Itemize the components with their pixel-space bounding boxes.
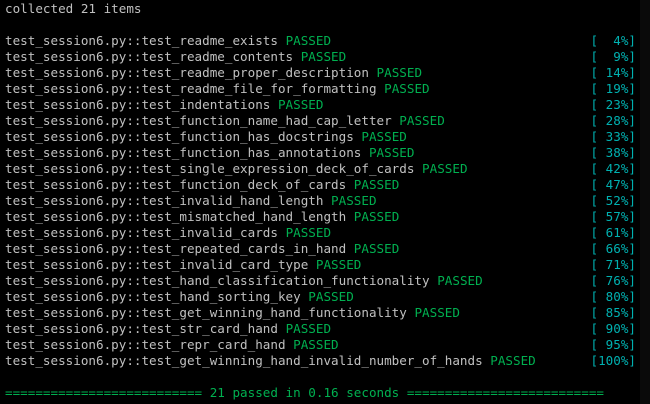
test-name: test_session6.py::test_repeated_cards_in… xyxy=(5,241,347,256)
test-status: PASSED xyxy=(368,145,415,160)
test-result-row: test_session6.py::test_invalid_card_type… xyxy=(5,257,636,273)
test-status: PASSED xyxy=(361,129,407,144)
test-progress-percent: [ 47%] xyxy=(590,177,637,192)
test-name: test_session6.py::test_hand_sorting_key xyxy=(5,289,301,304)
test-progress-percent: [ 57%] xyxy=(590,209,637,224)
test-status: PASSED xyxy=(315,257,362,272)
test-result-row: test_session6.py::test_get_winning_hand_… xyxy=(5,305,636,321)
test-name: test_session6.py::test_get_winning_hand_… xyxy=(5,305,407,320)
test-result-row: test_session6.py::test_single_expression… xyxy=(5,161,636,177)
test-name: test_session6.py::test_function_name_had… xyxy=(5,113,392,128)
test-result-row: test_session6.py::test_readme_contents P… xyxy=(5,49,636,65)
test-result-row: test_session6.py::test_function_has_anno… xyxy=(5,145,636,161)
test-progress-percent: [ 14%] xyxy=(590,65,637,80)
test-status: PASSED xyxy=(300,49,347,64)
test-progress-percent: [ 80%] xyxy=(590,289,637,304)
test-progress-percent: [ 52%] xyxy=(590,193,637,208)
test-progress-percent: [ 76%] xyxy=(590,273,637,288)
test-progress-percent: [ 42%] xyxy=(590,161,637,176)
test-result-row: test_session6.py::test_indentations PASS… xyxy=(5,97,636,113)
test-result-row: test_session6.py::test_function_has_docs… xyxy=(5,129,636,145)
test-name: test_session6.py::test_invalid_cards xyxy=(5,225,278,240)
test-result-row: test_session6.py::test_readme_file_for_f… xyxy=(5,81,636,97)
test-status: PASSED xyxy=(277,97,324,112)
test-name: test_session6.py::test_single_expression… xyxy=(5,161,415,176)
test-progress-percent: [ 4%] xyxy=(590,33,637,48)
test-name: test_session6.py::test_readme_file_for_f… xyxy=(5,81,377,96)
test-name: test_session6.py::test_readme_contents xyxy=(5,49,294,64)
test-status: PASSED xyxy=(399,113,445,128)
test-progress-percent: [ 9%] xyxy=(590,49,637,64)
test-result-row: test_session6.py::test_mismatched_hand_l… xyxy=(5,209,636,225)
test-status: PASSED xyxy=(422,161,468,176)
test-result-row: test_session6.py::test_function_deck_of_… xyxy=(5,177,636,193)
test-name: test_session6.py::test_repr_card_hand xyxy=(5,337,286,352)
test-status: PASSED xyxy=(293,337,339,352)
test-progress-percent: [ 71%] xyxy=(590,257,637,272)
test-name: test_session6.py::test_mismatched_hand_l… xyxy=(5,209,347,224)
test-name: test_session6.py::test_invalid_card_type xyxy=(5,257,309,272)
test-status: PASSED xyxy=(285,321,332,336)
test-result-row: test_session6.py::test_get_winning_hand_… xyxy=(5,353,636,369)
test-result-row: test_session6.py::test_invalid_hand_leng… xyxy=(5,193,636,209)
test-name: test_session6.py::test_function_has_docs… xyxy=(5,129,354,144)
test-progress-percent: [ 23%] xyxy=(590,97,637,112)
test-status: PASSED xyxy=(414,305,460,320)
test-name: test_session6.py::test_readme_exists xyxy=(5,33,278,48)
test-status: PASSED xyxy=(437,273,483,288)
test-status: PASSED xyxy=(353,209,400,224)
test-status: PASSED xyxy=(308,289,354,304)
test-status: PASSED xyxy=(285,225,332,240)
test-status: PASSED xyxy=(331,193,377,208)
test-progress-percent: [ 85%] xyxy=(590,305,637,320)
test-progress-percent: [ 61%] xyxy=(590,225,637,240)
scrollbar[interactable] xyxy=(640,0,650,404)
test-name: test_session6.py::test_function_has_anno… xyxy=(5,145,362,160)
test-status: PASSED xyxy=(376,65,423,80)
test-name: test_session6.py::test_function_deck_of_… xyxy=(5,177,347,192)
test-result-row: test_session6.py::test_hand_classificati… xyxy=(5,273,636,289)
test-result-row: test_session6.py::test_repr_card_hand PA… xyxy=(5,337,636,353)
test-progress-percent: [ 95%] xyxy=(590,337,637,352)
test-progress-percent: [ 66%] xyxy=(590,241,637,256)
terminal-window[interactable]: collected 21 items test_session6.py::tes… xyxy=(0,0,650,404)
test-name: test_session6.py::test_indentations xyxy=(5,97,271,112)
test-progress-percent: [100%] xyxy=(590,353,637,368)
test-result-row: test_session6.py::test_function_name_had… xyxy=(5,113,636,129)
test-progress-percent: [ 90%] xyxy=(590,321,637,336)
test-result-row: test_session6.py::test_hand_sorting_key … xyxy=(5,289,636,305)
test-result-row: test_session6.py::test_invalid_cards PAS… xyxy=(5,225,636,241)
test-name: test_session6.py::test_hand_classificati… xyxy=(5,273,430,288)
test-status: PASSED xyxy=(384,81,430,96)
test-name: test_session6.py::test_str_card_hand xyxy=(5,321,278,336)
test-name: test_session6.py::test_get_winning_hand_… xyxy=(5,353,483,368)
summary-line: ========================== 21 passed in … xyxy=(5,385,604,400)
collected-line: collected 21 items xyxy=(5,1,142,16)
test-progress-percent: [ 28%] xyxy=(590,113,637,128)
test-status: PASSED xyxy=(353,241,400,256)
test-status: PASSED xyxy=(353,177,400,192)
test-name: test_session6.py::test_readme_proper_des… xyxy=(5,65,369,80)
test-progress-percent: [ 19%] xyxy=(590,81,637,96)
test-progress-percent: [ 38%] xyxy=(590,145,637,160)
test-status: PASSED xyxy=(285,33,332,48)
test-status: PASSED xyxy=(490,353,536,368)
test-result-row: test_session6.py::test_readme_exists PAS… xyxy=(5,33,636,49)
test-result-row: test_session6.py::test_readme_proper_des… xyxy=(5,65,636,81)
test-result-row: test_session6.py::test_repeated_cards_in… xyxy=(5,241,636,257)
test-progress-percent: [ 33%] xyxy=(590,129,637,144)
test-result-row: test_session6.py::test_str_card_hand PAS… xyxy=(5,321,636,337)
test-name: test_session6.py::test_invalid_hand_leng… xyxy=(5,193,324,208)
